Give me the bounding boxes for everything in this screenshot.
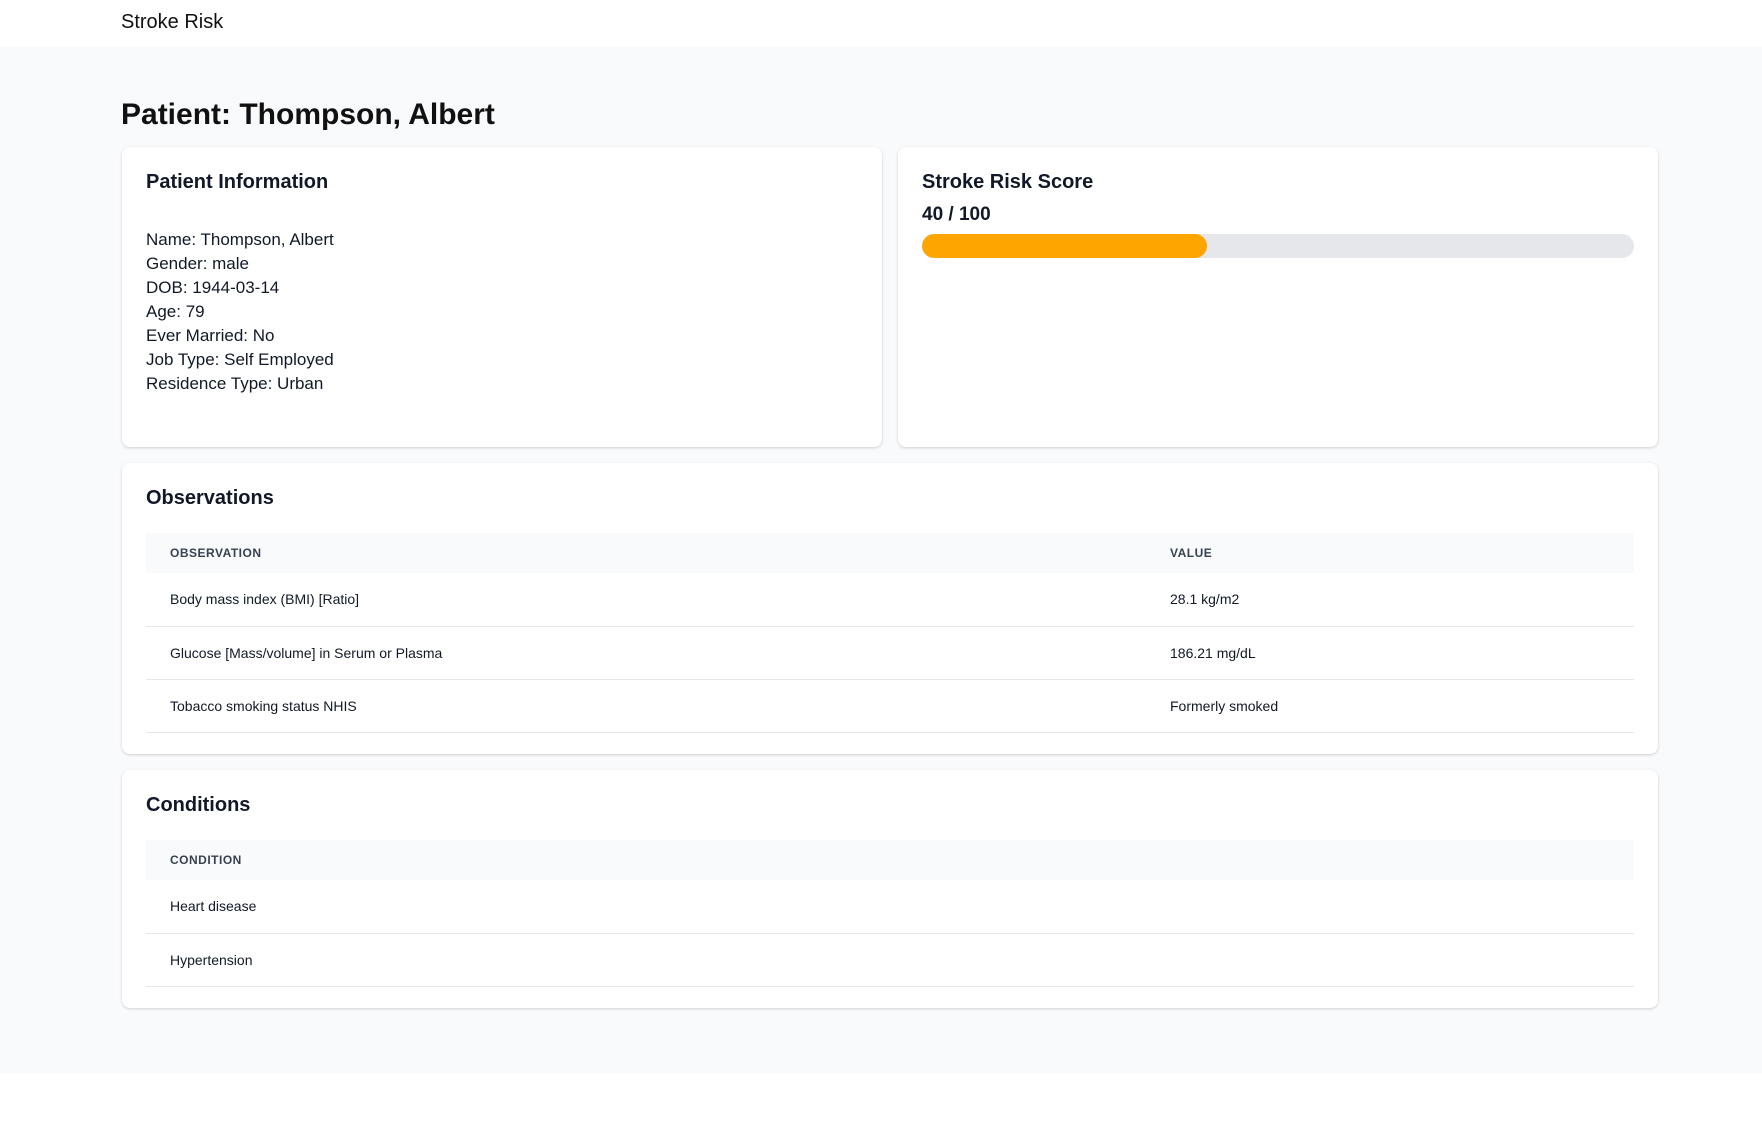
- risk-score-value: 40 / 100: [922, 204, 991, 225]
- risk-progress-track: [922, 234, 1634, 258]
- table-row: Glucose [Mass/volume] in Serum or Plasma…: [146, 626, 1634, 680]
- risk-score-title: Stroke Risk Score: [922, 171, 1094, 193]
- conditions-header-row: CONDITION: [146, 840, 1634, 880]
- risk-score-card: Stroke Risk Score 40 / 100: [898, 147, 1658, 447]
- observation-value: 186.21 mg/dL: [1146, 626, 1634, 680]
- patient-residence-type: Residence Type: Urban: [146, 374, 324, 393]
- main-content: Patient: Thompson, Albert Patient Inform…: [0, 47, 1762, 1073]
- observation-column-header: OBSERVATION: [170, 546, 262, 560]
- table-row: Heart disease: [146, 880, 1634, 934]
- conditions-table: CONDITION Heart disease Hypertension: [146, 840, 1634, 987]
- observation-name: Tobacco smoking status NHIS: [146, 679, 1146, 733]
- page-footer-space: [0, 1073, 1762, 1130]
- observations-table: OBSERVATION VALUE Body mass index (BMI) …: [146, 533, 1634, 733]
- table-row: Body mass index (BMI) [Ratio] 28.1 kg/m2: [146, 573, 1634, 627]
- top-bar: Stroke Risk: [0, 0, 1762, 47]
- patient-name: Name: Thompson, Albert: [146, 230, 334, 249]
- observation-value: 28.1 kg/m2: [1146, 573, 1634, 627]
- patient-info-title: Patient Information: [146, 171, 329, 193]
- page-title: Patient: Thompson, Albert: [121, 98, 495, 131]
- condition-column-header: CONDITION: [170, 853, 242, 867]
- value-column-header: VALUE: [1170, 546, 1213, 560]
- risk-progress-fill: [922, 234, 1207, 258]
- condition-name: Hypertension: [146, 933, 1634, 987]
- observations-title: Observations: [146, 487, 274, 509]
- patient-dob: DOB: 1944-03-14: [146, 278, 280, 297]
- table-row: Tobacco smoking status NHIS Formerly smo…: [146, 679, 1634, 733]
- observation-value: Formerly smoked: [1146, 679, 1634, 733]
- app-title[interactable]: Stroke Risk: [121, 11, 223, 34]
- patient-info-list: Name: Thompson, Albert Gender: male DOB:…: [146, 228, 858, 396]
- condition-name: Heart disease: [146, 880, 1634, 934]
- observation-name: Body mass index (BMI) [Ratio]: [146, 573, 1146, 627]
- observations-card: Observations OBSERVATION VALUE Body mass…: [122, 463, 1658, 754]
- observations-header-row: OBSERVATION VALUE: [146, 533, 1634, 573]
- table-row: Hypertension: [146, 933, 1634, 987]
- patient-ever-married: Ever Married: No: [146, 326, 275, 345]
- patient-job-type: Job Type: Self Employed: [146, 350, 334, 369]
- conditions-title: Conditions: [146, 794, 251, 816]
- conditions-card: Conditions CONDITION Heart disease Hyper…: [122, 770, 1658, 1008]
- patient-age: Age: 79: [146, 302, 205, 321]
- patient-info-card: Patient Information Name: Thompson, Albe…: [122, 147, 882, 447]
- observation-name: Glucose [Mass/volume] in Serum or Plasma: [146, 626, 1146, 680]
- patient-gender: Gender: male: [146, 254, 249, 273]
